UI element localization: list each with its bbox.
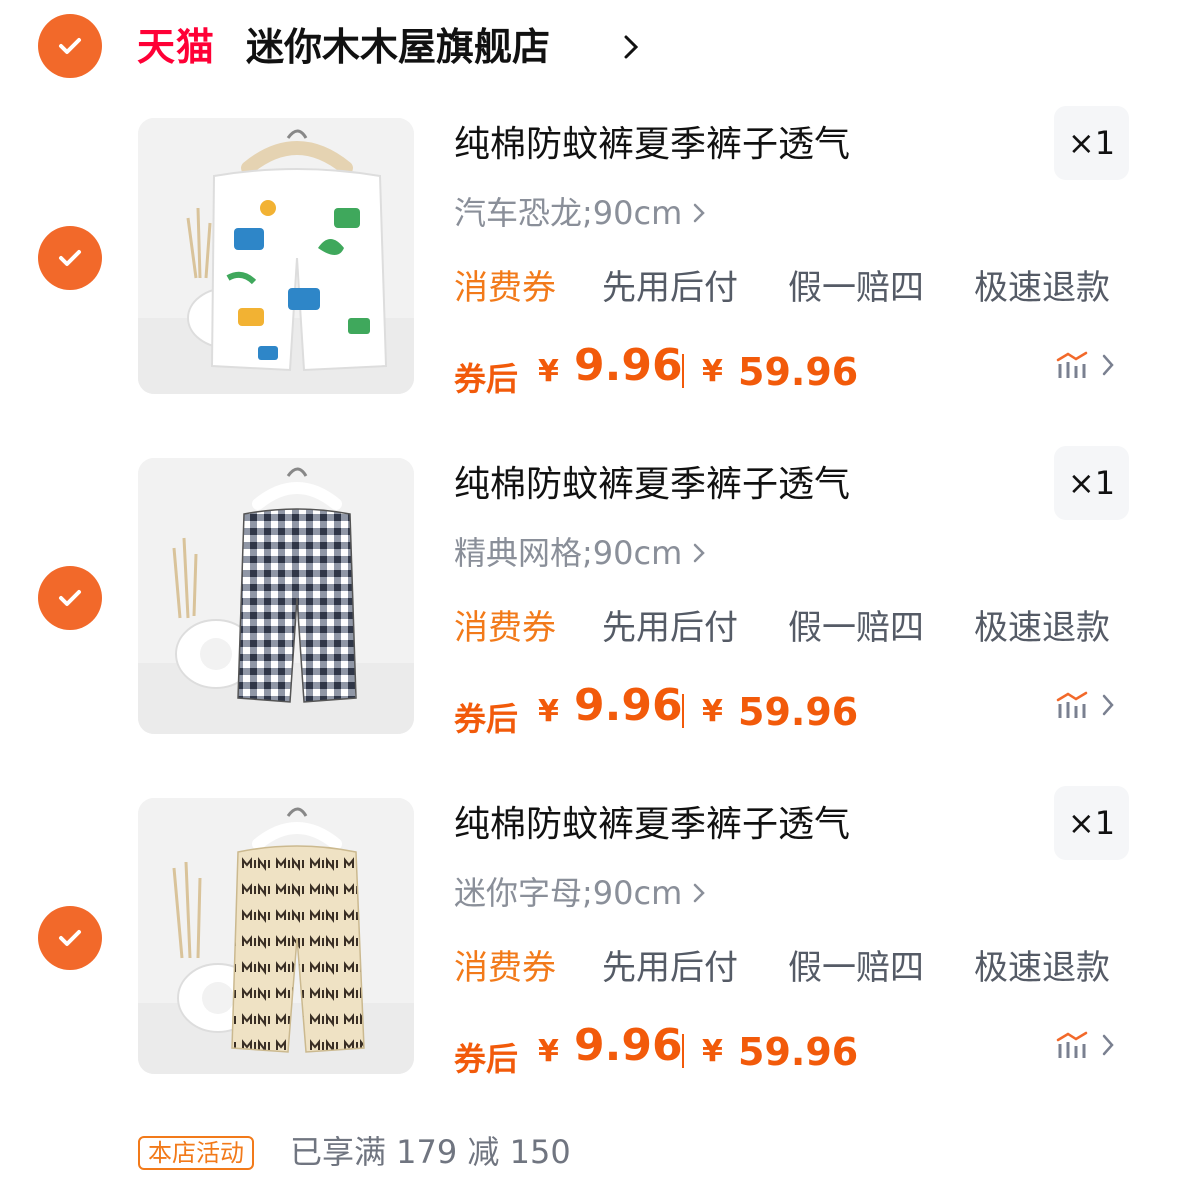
tag-pay-later: 先用后付 <box>602 268 738 308</box>
price-trend-icon[interactable] <box>1054 1030 1118 1060</box>
tag-coupon: 消费券 <box>454 268 556 308</box>
tag-authentic-guarantee: 假一赔四 <box>788 948 924 988</box>
cart-item: 纯棉防蚊裤夏季裤子透气 ×1 汽车恐龙;90cm 消费券 先用后付 假一赔四 极… <box>0 106 1179 408</box>
product-photo-gingham-pants <box>138 458 414 734</box>
sku-selector[interactable]: 汽车恐龙;90cm <box>454 190 706 236</box>
tag-fast-refund: 极速退款 <box>974 948 1110 988</box>
tag-coupon: 消费券 <box>454 948 556 988</box>
price-divider <box>682 694 684 728</box>
quantity-selector[interactable]: ×1 <box>1054 446 1129 520</box>
item-select-checkbox[interactable] <box>38 566 102 630</box>
checkmark-icon <box>59 590 81 606</box>
product-photo-car-dino-pants <box>138 118 414 394</box>
coupon-price-label: 券后 <box>454 700 519 738</box>
sku-label: 迷你字母;90cm <box>454 874 683 912</box>
price-trend-icon[interactable] <box>1054 690 1118 720</box>
coupon-price-label: 券后 <box>454 360 519 398</box>
shop-select-checkbox[interactable] <box>38 14 102 78</box>
tag-authentic-guarantee: 假一赔四 <box>788 268 924 308</box>
tag-fast-refund: 极速退款 <box>974 608 1110 648</box>
quantity-selector[interactable]: ×1 <box>1054 786 1129 860</box>
currency-symbol: ¥ <box>538 694 559 729</box>
chevron-right-icon <box>694 883 706 903</box>
price-divider <box>682 354 684 388</box>
chevron-right-icon <box>694 543 706 563</box>
currency-symbol: ¥ <box>538 354 559 389</box>
price-divider <box>682 1034 684 1068</box>
sku-selector[interactable]: 迷你字母;90cm <box>454 870 706 916</box>
product-image[interactable] <box>138 798 414 1074</box>
checkmark-icon <box>59 930 81 946</box>
product-image[interactable] <box>138 458 414 734</box>
product-title[interactable]: 纯棉防蚊裤夏季裤子透气 <box>454 800 850 850</box>
product-photo-letter-pants <box>138 798 414 1074</box>
coupon-price: 9.96 <box>574 1020 683 1071</box>
tag-authentic-guarantee: 假一赔四 <box>788 608 924 648</box>
original-price: 59.96 <box>738 690 859 734</box>
shop-name-link[interactable]: 迷你木木屋旗舰店 <box>246 22 550 72</box>
item-select-checkbox[interactable] <box>38 906 102 970</box>
tag-pay-later: 先用后付 <box>602 608 738 648</box>
currency-symbol: ¥ <box>702 1034 723 1069</box>
tag-fast-refund: 极速退款 <box>974 268 1110 308</box>
cart-item: 纯棉防蚊裤夏季裤子透气 ×1 迷你字母;90cm 消费券 先用后付 假一赔四 极… <box>0 786 1179 1088</box>
sku-label: 汽车恐龙;90cm <box>454 194 683 232</box>
shop-header: 天猫 迷你木木屋旗舰店 <box>0 0 1179 100</box>
checkmark-icon <box>59 250 81 266</box>
original-price: 59.96 <box>738 350 859 394</box>
coupon-price: 9.96 <box>574 340 683 391</box>
currency-symbol: ¥ <box>702 694 723 729</box>
sku-selector[interactable]: 精典网格;90cm <box>454 530 706 576</box>
price-trend-icon[interactable] <box>1054 350 1118 380</box>
promo-badge: 本店活动 <box>138 1136 254 1170</box>
product-image[interactable] <box>138 118 414 394</box>
tag-pay-later: 先用后付 <box>602 948 738 988</box>
product-title[interactable]: 纯棉防蚊裤夏季裤子透气 <box>454 120 850 170</box>
currency-symbol: ¥ <box>702 354 723 389</box>
tmall-logo: 天猫 <box>137 25 216 69</box>
chevron-right-icon[interactable] <box>622 33 640 61</box>
cart-item: 纯棉防蚊裤夏季裤子透气 ×1 精典网格;90cm 消费券 先用后付 假一赔四 极… <box>0 446 1179 748</box>
coupon-price: 9.96 <box>574 680 683 731</box>
tag-coupon: 消费券 <box>454 608 556 648</box>
promo-text: 已享满 179 减 150 <box>290 1133 571 1171</box>
item-select-checkbox[interactable] <box>38 226 102 290</box>
product-title[interactable]: 纯棉防蚊裤夏季裤子透气 <box>454 460 850 510</box>
currency-symbol: ¥ <box>538 1034 559 1069</box>
coupon-price-label: 券后 <box>454 1040 519 1078</box>
sku-label: 精典网格;90cm <box>454 534 683 572</box>
original-price: 59.96 <box>738 1030 859 1074</box>
chevron-right-icon <box>694 203 706 223</box>
checkmark-icon <box>59 38 81 54</box>
quantity-selector[interactable]: ×1 <box>1054 106 1129 180</box>
